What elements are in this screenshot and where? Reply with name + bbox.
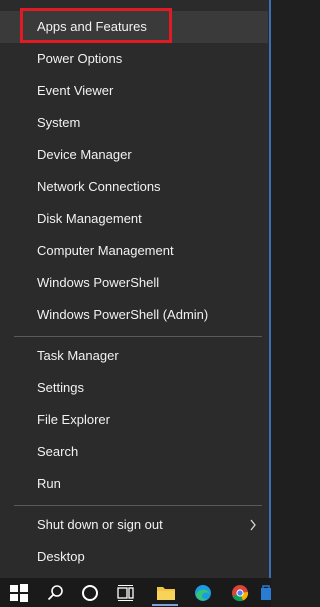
- menu-item-file-explorer[interactable]: File Explorer: [0, 404, 268, 436]
- menu-item-label: Computer Management: [37, 243, 174, 258]
- menu-item-desktop[interactable]: Desktop: [0, 541, 268, 573]
- menu-item-apps-and-features[interactable]: Apps and Features: [0, 11, 268, 43]
- store-icon[interactable]: [260, 583, 271, 603]
- menu-item-label: Task Manager: [37, 348, 119, 363]
- menu-item-label: Device Manager: [37, 147, 132, 162]
- chrome-icon[interactable]: [230, 583, 250, 603]
- menu-item-label: Disk Management: [37, 211, 142, 226]
- windows-start-icon[interactable]: [9, 583, 29, 603]
- menu-item-label: Apps and Features: [37, 19, 147, 34]
- menu-item-device-manager[interactable]: Device Manager: [0, 139, 268, 171]
- folder-icon[interactable]: [156, 583, 176, 603]
- taskbar: [0, 578, 271, 607]
- menu-item-label: Desktop: [37, 549, 85, 564]
- menu-item-disk-management[interactable]: Disk Management: [0, 203, 268, 235]
- chevron-right-icon: [250, 519, 256, 531]
- menu-edge: [269, 0, 271, 578]
- menu-separator: [14, 505, 262, 506]
- menu-item-label: Windows PowerShell: [37, 275, 160, 290]
- task-view-icon[interactable]: [116, 583, 136, 603]
- menu-item-event-viewer[interactable]: Event Viewer: [0, 75, 268, 107]
- menu-item-settings[interactable]: Settings: [0, 372, 268, 404]
- menu-item-shut-down-or-sign-out[interactable]: Shut down or sign out: [0, 509, 268, 541]
- menu-item-system[interactable]: System: [0, 107, 268, 139]
- menu-item-power-options[interactable]: Power Options: [0, 43, 268, 75]
- menu-item-windows-powershell[interactable]: Windows PowerShell: [0, 267, 268, 299]
- menu-item-computer-management[interactable]: Computer Management: [0, 235, 268, 267]
- menu-item-label: Run: [37, 476, 61, 491]
- menu-item-label: Network Connections: [37, 179, 161, 194]
- winx-context-menu: Apps and Features Power Options Event Vi…: [0, 0, 271, 578]
- menu-item-label: Settings: [37, 380, 84, 395]
- search-icon[interactable]: [46, 583, 66, 603]
- menu-separator: [14, 336, 262, 337]
- cortana-icon[interactable]: [80, 583, 100, 603]
- menu-item-task-manager[interactable]: Task Manager: [0, 340, 268, 372]
- menu-item-label: Windows PowerShell (Admin): [37, 307, 209, 322]
- menu-item-label: Event Viewer: [37, 83, 114, 98]
- menu-item-run[interactable]: Run: [0, 468, 268, 500]
- menu-item-label: File Explorer: [37, 412, 110, 427]
- edge-icon[interactable]: [193, 583, 213, 603]
- menu-item-search[interactable]: Search: [0, 436, 268, 468]
- menu-item-windows-powershell-admin[interactable]: Windows PowerShell (Admin): [0, 299, 268, 331]
- menu-item-label: System: [37, 115, 81, 130]
- menu-item-label: Search: [37, 444, 79, 459]
- menu-item-network-connections[interactable]: Network Connections: [0, 171, 268, 203]
- active-app-indicator: [152, 604, 178, 606]
- menu-item-label: Power Options: [37, 51, 123, 66]
- menu-item-label: Shut down or sign out: [37, 517, 163, 532]
